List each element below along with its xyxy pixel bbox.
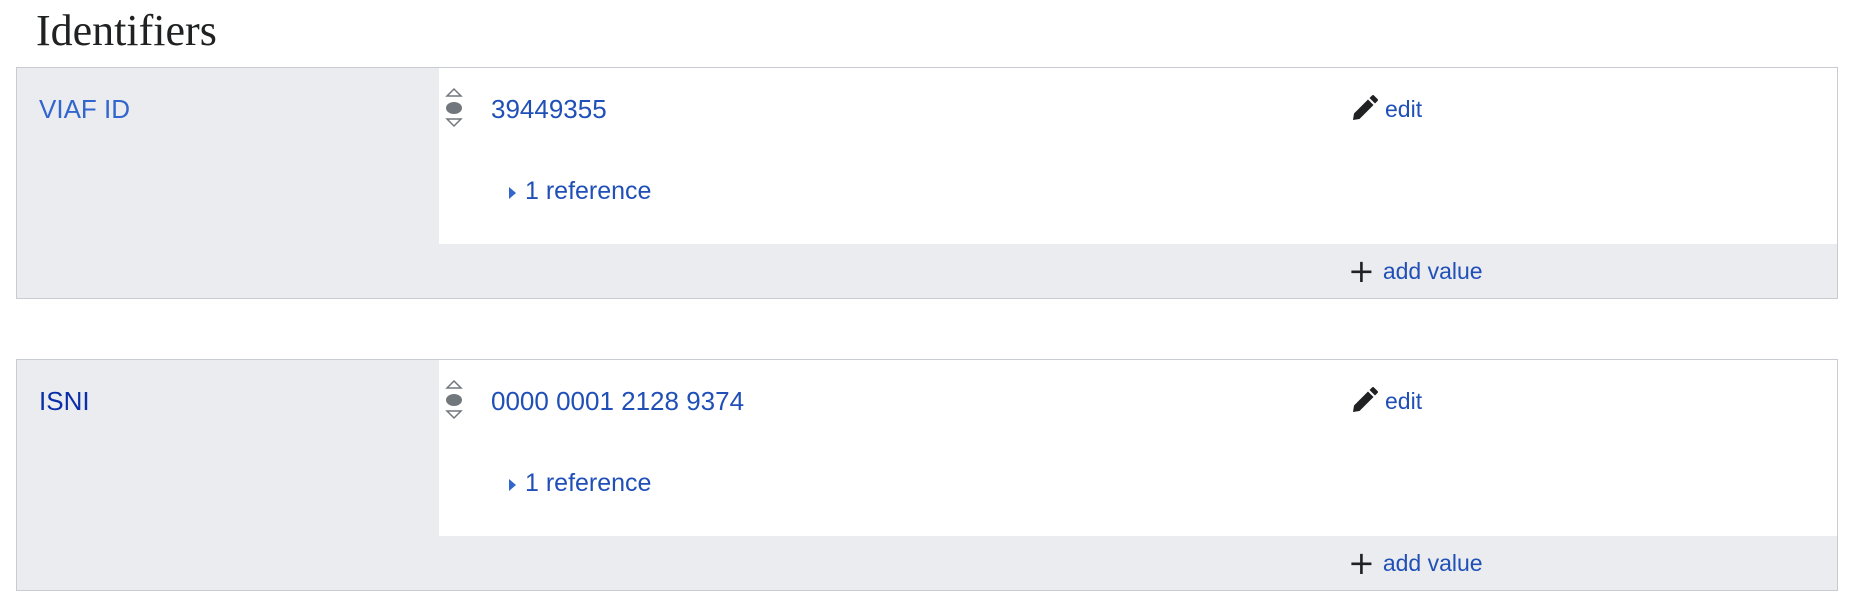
add-value-button[interactable]: add value: [1383, 546, 1483, 580]
statement: 39449355 edit 1 reference: [439, 68, 1837, 244]
references-link[interactable]: 1 reference: [525, 174, 651, 208]
references-toggle[interactable]: 1 reference: [509, 466, 651, 500]
property-label[interactable]: ISNI: [39, 384, 90, 418]
identifier-value-link[interactable]: 39449355: [491, 92, 607, 126]
plus-icon[interactable]: +: [1348, 254, 1375, 288]
pencil-icon[interactable]: [1349, 94, 1379, 124]
identifier-value-link[interactable]: 0000 0001 2128 9374: [491, 384, 744, 418]
references-toggle[interactable]: 1 reference: [509, 174, 651, 208]
statement-group-viaf-id: VIAF ID 39449355 edit 1 reference + add …: [16, 67, 1838, 299]
expand-triangle-icon: [509, 187, 516, 199]
add-value-toolbar: + add value: [1348, 254, 1483, 288]
edit-button[interactable]: edit: [1385, 384, 1422, 418]
edit-button[interactable]: edit: [1385, 92, 1422, 126]
property-label[interactable]: VIAF ID: [39, 92, 130, 126]
references-link[interactable]: 1 reference: [525, 466, 651, 500]
pencil-icon[interactable]: [1349, 386, 1379, 416]
edit-toolbar: edit: [1349, 92, 1422, 126]
add-value-button[interactable]: add value: [1383, 254, 1483, 288]
expand-triangle-icon: [509, 479, 516, 491]
rank-selector-icon[interactable]: [443, 378, 465, 422]
section-heading: Identifiers: [36, 6, 217, 55]
plus-icon[interactable]: +: [1348, 546, 1375, 580]
edit-toolbar: edit: [1349, 384, 1422, 418]
statement-group-isni: ISNI 0000 0001 2128 9374 edit 1 referenc…: [16, 359, 1838, 591]
statement: 0000 0001 2128 9374 edit 1 reference: [439, 360, 1837, 536]
rank-selector-icon[interactable]: [443, 86, 465, 130]
add-value-toolbar: + add value: [1348, 546, 1483, 580]
